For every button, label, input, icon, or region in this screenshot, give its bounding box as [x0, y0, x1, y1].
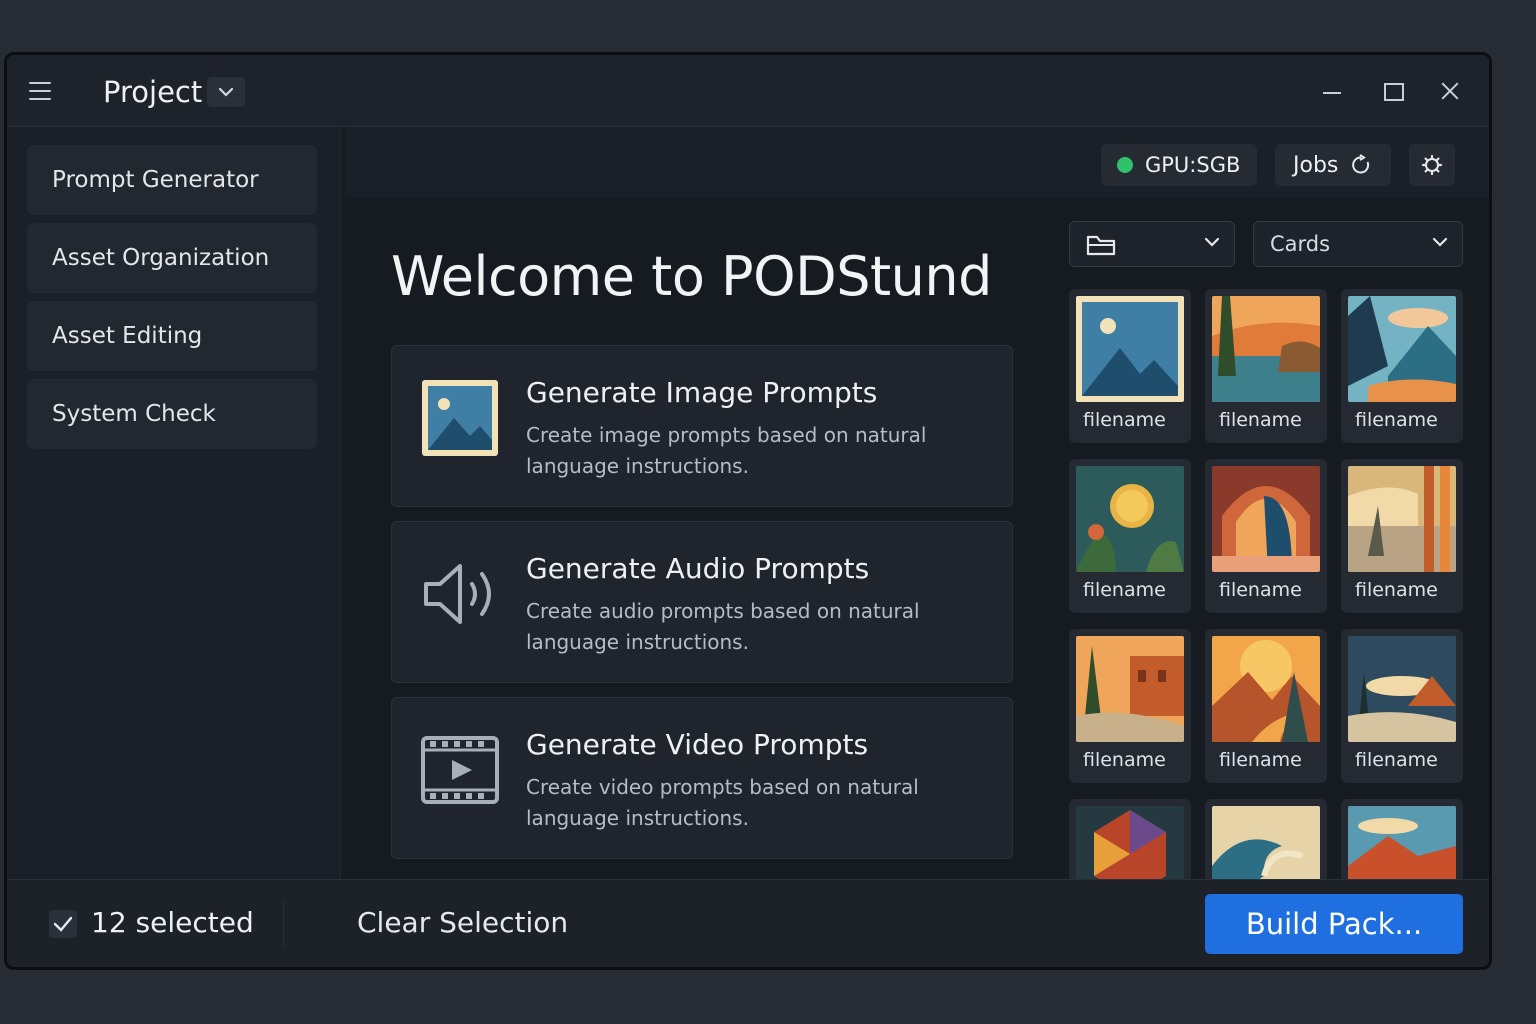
- title-bar: Project: [7, 55, 1489, 127]
- thumbnail-card[interactable]: filename: [1341, 289, 1463, 443]
- sidebar-item-asset-editing[interactable]: Asset Editing: [27, 301, 317, 371]
- thumbnail-label: filename: [1219, 579, 1302, 601]
- card-description: Create image prompts based on natural la…: [526, 423, 927, 478]
- page-title: Welcome to PODStund: [391, 245, 992, 308]
- thumbnail-grid: filename filename filename filename file…: [1069, 289, 1469, 883]
- thumbnail-label: filename: [1355, 749, 1438, 771]
- jobs-label: Jobs: [1293, 152, 1339, 178]
- sidebar-item-system-check[interactable]: System Check: [27, 379, 317, 449]
- gear-icon: [1421, 154, 1443, 176]
- selected-count: 12 selected: [91, 906, 254, 939]
- refresh-icon: [1352, 154, 1370, 174]
- thumbnail-image: [1348, 806, 1456, 883]
- view-mode-select[interactable]: Cards: [1253, 221, 1463, 267]
- thumbnail-image: [1348, 296, 1456, 402]
- gpu-status-badge: GPU:SGB: [1101, 144, 1257, 186]
- folder-select[interactable]: [1069, 221, 1235, 267]
- thumbnail-card[interactable]: filename: [1341, 629, 1463, 783]
- thumbnail-image: [1212, 636, 1320, 742]
- thumbnail-card[interactable]: filename: [1205, 289, 1327, 443]
- project-dropdown-button[interactable]: [207, 77, 245, 107]
- generate-audio-prompts-card[interactable]: Generate Audio Prompts Create audio prom…: [391, 521, 1013, 683]
- chevron-down-icon: [1204, 237, 1220, 247]
- settings-button[interactable]: [1409, 144, 1455, 186]
- thumbnail-card[interactable]: filename: [1341, 459, 1463, 613]
- thumbnail-label: filename: [1355, 579, 1438, 601]
- thumbnail-image: [1348, 636, 1456, 742]
- card-title: Generate Audio Prompts: [526, 552, 870, 585]
- film-icon: [421, 736, 499, 804]
- thumbnail-card[interactable]: [1069, 799, 1191, 883]
- footer-bar: 12 selected Clear Selection Build Pack..…: [7, 879, 1489, 967]
- thumbnail-image: [1348, 466, 1456, 572]
- thumbnail-label: filename: [1219, 409, 1302, 431]
- thumbnail-label: filename: [1219, 749, 1302, 771]
- maximize-button[interactable]: [1377, 77, 1407, 105]
- clear-selection-button[interactable]: Clear Selection: [357, 906, 568, 939]
- thumbnail-card[interactable]: filename: [1205, 459, 1327, 613]
- sidebar-item-asset-organization[interactable]: Asset Organization: [27, 223, 317, 293]
- thumbnail-image: [1212, 806, 1320, 883]
- select-all-checkbox[interactable]: [49, 910, 77, 938]
- thumbnail-label: filename: [1083, 749, 1166, 771]
- thumbnail-card[interactable]: filename: [1069, 289, 1191, 443]
- thumbnail-card[interactable]: filename: [1205, 629, 1327, 783]
- card-description: Create audio prompts based on natural la…: [526, 599, 920, 654]
- folder-icon: [1086, 235, 1116, 256]
- thumbnail-card[interactable]: filename: [1069, 459, 1191, 613]
- thumbnail-card[interactable]: filename: [1069, 629, 1191, 783]
- menu-icon[interactable]: [29, 82, 51, 100]
- card-title: Generate Video Prompts: [526, 728, 869, 761]
- divider: [283, 902, 284, 946]
- gpu-label: GPU:SGB: [1145, 153, 1241, 177]
- generate-image-prompts-card[interactable]: Generate Image Prompts Create image prom…: [391, 345, 1013, 507]
- view-mode-label: Cards: [1270, 232, 1331, 256]
- thumbnail-card[interactable]: [1341, 799, 1463, 883]
- sidebar-item-prompt-generator[interactable]: Prompt Generator: [27, 145, 317, 215]
- build-pack-button[interactable]: Build Pack...: [1205, 894, 1463, 954]
- thumbnail-label: filename: [1083, 579, 1166, 601]
- thumbnail-image: [1212, 296, 1320, 402]
- sidebar: Prompt Generator Asset Organization Asse…: [7, 127, 341, 879]
- project-title: Project: [103, 75, 203, 109]
- chevron-down-icon: [218, 87, 234, 97]
- minimize-button[interactable]: [1317, 77, 1347, 105]
- card-title: Generate Image Prompts: [526, 376, 878, 409]
- status-bar: GPU:SGB Jobs: [345, 127, 1489, 197]
- image-icon: [422, 380, 498, 456]
- thumbnail-image: [1076, 466, 1184, 572]
- card-description: Create video prompts based on natural la…: [526, 775, 919, 830]
- jobs-button[interactable]: Jobs: [1275, 144, 1391, 186]
- thumbnail-image: [1076, 296, 1184, 402]
- thumbnail-image: [1212, 466, 1320, 572]
- generate-video-prompts-card[interactable]: Generate Video Prompts Create video prom…: [391, 697, 1013, 859]
- thumbnail-label: filename: [1355, 409, 1438, 431]
- speaker-icon: [424, 564, 491, 624]
- status-dot-icon: [1117, 157, 1133, 173]
- thumbnail-label: filename: [1083, 409, 1166, 431]
- thumbnail-image: [1076, 806, 1184, 883]
- app-window: Project Prompt Generator Asset Organizat…: [4, 52, 1492, 970]
- thumbnail-image: [1076, 636, 1184, 742]
- checkmark-icon: [53, 916, 73, 932]
- chevron-down-icon: [1432, 237, 1448, 247]
- thumbnail-card[interactable]: [1205, 799, 1327, 883]
- close-button[interactable]: [1435, 77, 1465, 105]
